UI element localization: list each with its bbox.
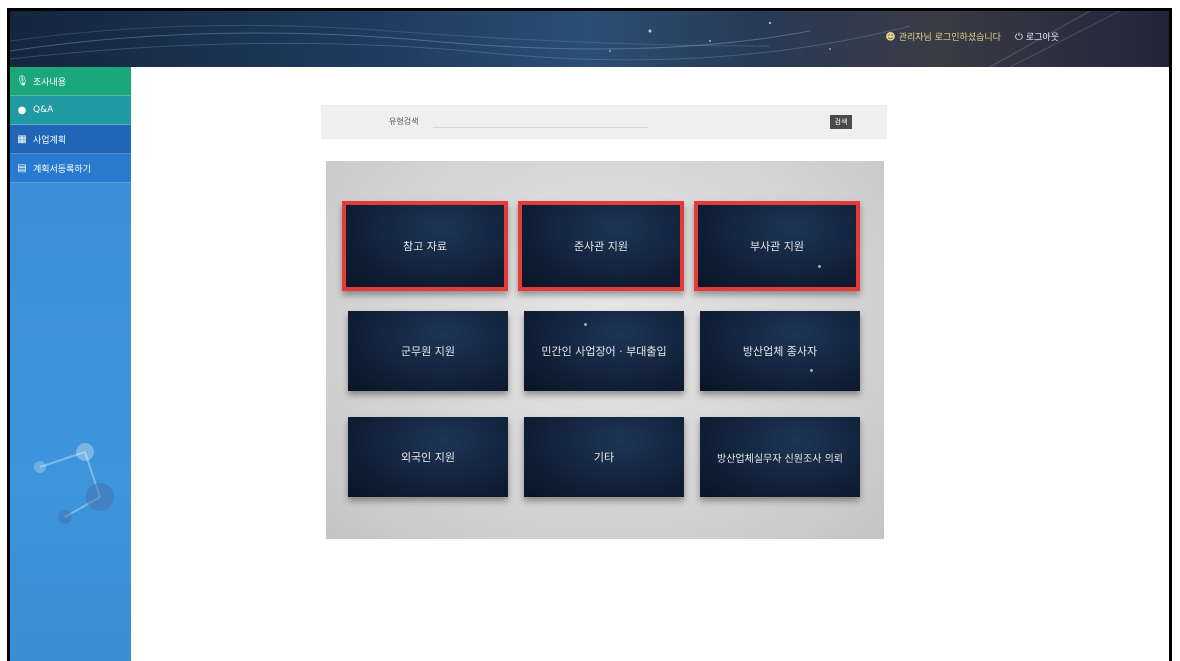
sidebar-item-survey[interactable]: 🎙 조사내용	[10, 67, 131, 96]
category-panel: 참고 자료 준사관 지원 부사관 지원 군무원 지원 민간인 사업장어 · 부대…	[326, 161, 884, 539]
tile-label: 준사관 지원	[573, 240, 629, 253]
tile-label: 군무원 지원	[400, 345, 456, 358]
tile-reference[interactable]: 참고 자료	[342, 201, 508, 291]
user-info-link[interactable]: ☻ 관리자님 로그인하셨습니다	[885, 30, 1001, 43]
sidebar-item-register[interactable]: ▤ 계획서등록하기	[10, 154, 131, 183]
doc-icon: ▦	[17, 133, 27, 145]
tile-label: 민간인 사업장어 · 부대출입	[541, 345, 667, 358]
search-input[interactable]	[433, 115, 648, 128]
tile-civilian-staff[interactable]: 군무원 지원	[348, 311, 508, 391]
sparkle	[818, 265, 821, 268]
tile-defense-worker[interactable]: 방산업체 종사자	[700, 311, 860, 391]
sidebar-item-qna[interactable]: ● Q&A	[10, 96, 131, 125]
tile-label: 기타	[593, 451, 615, 464]
molecule-decoration	[34, 443, 114, 524]
user-icon: ☻	[885, 32, 896, 43]
list-icon: ▤	[17, 162, 27, 174]
tile-label: 참고 자료	[403, 240, 447, 253]
tile-label: 외국인 지원	[400, 451, 456, 464]
search-label: 유형검색	[389, 117, 419, 126]
logout-label: 로그아웃	[1025, 33, 1059, 43]
sidebar-item-label: 계획서등록하기	[33, 164, 91, 175]
sidebar-item-plan[interactable]: ▦ 사업계획	[10, 125, 131, 154]
tile-civilian-access[interactable]: 민간인 사업장어 · 부대출입	[524, 311, 684, 391]
tile-nco[interactable]: 부사관 지원	[694, 201, 860, 291]
sidebar-item-label: 사업계획	[33, 135, 67, 146]
sparkle	[584, 323, 587, 326]
sidebar-item-label: 조사내용	[33, 77, 67, 88]
search-bar: 유형검색 검색	[321, 105, 887, 139]
tile-foreigner[interactable]: 외국인 지원	[348, 417, 508, 497]
sparkle	[810, 369, 813, 372]
chat-icon: ●	[17, 104, 27, 116]
app-window: ☻ 관리자님 로그인하셨습니다 ⏻ 로그아웃 🎙 조사내용 ● Q&A ▦ 사업계획…	[7, 8, 1172, 661]
power-icon: ⏻	[1014, 32, 1023, 43]
mic-icon: 🎙	[16, 75, 29, 87]
tile-label: 방산업체실무자 신원조사 의뢰	[717, 453, 843, 465]
logout-link[interactable]: ⏻ 로그아웃	[1015, 30, 1059, 43]
tile-warrant-officer[interactable]: 준사관 지원	[518, 201, 684, 291]
sidebar: 🎙 조사내용 ● Q&A ▦ 사업계획 ▤ 계획서등록하기	[10, 67, 131, 661]
tile-label: 방산업체 종사자	[742, 345, 818, 358]
header-banner: ☻ 관리자님 로그인하셨습니다 ⏻ 로그아웃	[10, 11, 1169, 67]
search-button[interactable]: 검색	[830, 115, 852, 129]
tile-defense-background-check[interactable]: 방산업체실무자 신원조사 의뢰	[700, 417, 860, 497]
user-info-label: 관리자님 로그인하셨습니다	[898, 33, 1001, 43]
tile-other[interactable]: 기타	[524, 417, 684, 497]
sidebar-item-label: Q&A	[33, 105, 54, 115]
tile-label: 부사관 지원	[749, 240, 805, 253]
